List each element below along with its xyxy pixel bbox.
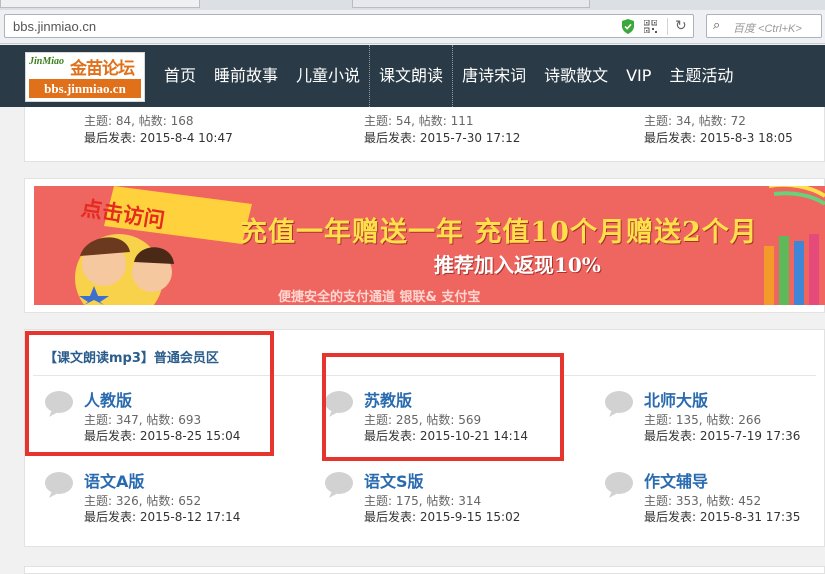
forum-stats: 主题: 175, 帖数: 314 [364,494,482,508]
forum-entry-yuwen-s[interactable]: 语文S版 主题: 175, 帖数: 314 最后发表: 2015-9-15 15… [324,468,554,528]
forum-entry[interactable]: 主题: 34, 帖数: 72 最后发表: 2015-8-3 18:05 [604,107,819,152]
forum-stats: 主题: 353, 帖数: 452 [644,494,762,508]
forum-last-post[interactable]: 最后发表: 2015-8-3 18:05 [644,129,793,146]
banner-payment-note: 便捷安全的支付通道 银联& 支付宝 [278,290,481,305]
forum-stats: 主题: 54, 帖数: 111 [364,114,474,128]
forum-entry-composition[interactable]: 作文辅导 主题: 353, 帖数: 452 最后发表: 2015-8-31 17… [604,468,819,528]
forum-name[interactable]: 作文辅导 [644,468,708,492]
forum-bubble-icon [45,472,73,498]
forum-bubble-icon [325,472,353,498]
forum-entry[interactable]: 主题: 84, 帖数: 168 最后发表: 2015-8-4 10:47 [44,107,294,152]
forum-last-post[interactable]: 最后发表: 2015-9-15 15:02 [364,508,520,525]
nav-item-poetry-prose[interactable]: 诗歌散文 [535,45,617,107]
nav-item-text-reading[interactable]: 课文朗读 [369,45,454,107]
browser-toolbar: bbs.jinmiao.cn ↻ ⌕ 百度 <Ctrl+K> [0,10,825,44]
site-header: JinMiao 金苗论坛 bbs.jinmiao.cn 首页 睡前故事 儿童小说… [0,45,825,107]
nav-item-events[interactable]: 主题活动 [660,45,742,107]
banner-headline: 充值一年赠送一年 充值10个月赠送2个月 [240,217,758,248]
nav-item-vip[interactable]: VIP [617,45,660,107]
nav-item-home[interactable]: 首页 [155,45,205,107]
logo-brand-latin: JinMiao [29,56,65,67]
forum-last-post[interactable]: 最后发表: 2015-8-31 17:35 [644,508,800,525]
forum-last-post[interactable]: 最后发表: 2015-8-4 10:47 [84,129,233,146]
forum-name[interactable]: 语文S版 [364,468,424,492]
search-box[interactable]: ⌕ 百度 <Ctrl+K> [706,14,822,38]
forum-name[interactable]: 语文A版 [84,468,144,492]
site-logo[interactable]: JinMiao 金苗论坛 bbs.jinmiao.cn [25,52,145,102]
forum-stats: 主题: 34, 帖数: 72 [644,114,746,128]
forum-stats: 主题: 326, 帖数: 652 [84,494,202,508]
forum-bubble-icon [605,472,633,498]
highlight-box-renjiao [25,331,274,456]
main-nav: 首页 睡前故事 儿童小说 课文朗读 唐诗宋词 诗歌散文 VIP 主题活动 [155,45,742,107]
forum-stats: 主题: 135, 帖数: 266 [644,413,762,427]
browser-tab[interactable] [352,0,590,8]
logo-brand-cn: 金苗论坛 [70,59,135,79]
search-icon: ⌕ [713,18,721,33]
search-placeholder: 百度 <Ctrl+K> [733,23,802,35]
forum-last-post[interactable]: 最后发表: 2015-7-19 17:36 [644,427,800,444]
forum-bubble-icon [605,391,633,417]
nav-item-children-novels[interactable]: 儿童小说 [287,45,369,107]
forum-entry-beishida[interactable]: 北师大版 主题: 135, 帖数: 266 最后发表: 2015-7-19 17… [604,387,819,447]
forum-stats: 主题: 84, 帖数: 168 [84,114,194,128]
address-bar[interactable]: bbs.jinmiao.cn ↻ [4,14,694,38]
nav-item-tang-song-poems[interactable]: 唐诗宋词 [453,45,535,107]
address-separator [667,18,668,35]
nav-item-bedtime-stories[interactable]: 睡前故事 [205,45,287,107]
forum-entry-yuwen-a[interactable]: 语文A版 主题: 326, 帖数: 652 最后发表: 2015-8-12 17… [44,468,264,528]
browser-tab-strip [0,0,825,10]
reload-icon[interactable]: ↻ [675,18,687,34]
security-shield-icon[interactable] [621,19,635,34]
forum-last-post[interactable]: 最后发表: 2015-7-30 17:12 [364,129,520,146]
banner-subheadline: 推荐加入返现10% [434,253,601,277]
forum-last-post[interactable]: 最后发表: 2015-8-12 17:14 [84,508,240,525]
logo-brand-url: bbs.jinmiao.cn [29,79,141,98]
forum-name[interactable]: 北师大版 [644,387,708,411]
qr-code-icon[interactable] [644,20,657,33]
address-url[interactable]: bbs.jinmiao.cn [13,19,96,34]
highlight-box-sujiao [322,353,564,461]
forum-entry[interactable]: 主题: 54, 帖数: 111 最后发表: 2015-7-30 17:12 [324,107,574,152]
browser-tab[interactable] [0,0,200,8]
promo-banner[interactable]: 点击访问 充值一年赠送一年 充值10个月赠送2个月 推荐加入返现10% 便捷安全… [34,186,825,305]
